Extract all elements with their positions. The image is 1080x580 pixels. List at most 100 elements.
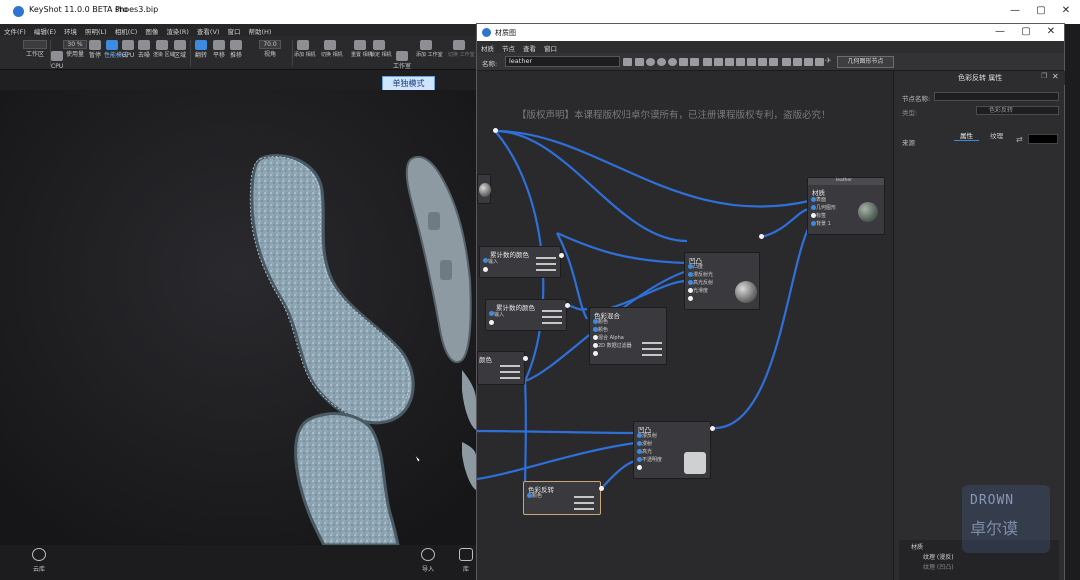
fov-control[interactable]: 70.0 视角 [258,38,282,68]
graph-minimize-button[interactable]: — [989,24,1011,40]
menu-file[interactable]: 文件(F) [0,24,30,36]
switch-camera-button[interactable]: 切换 相机 [321,38,343,68]
material-name-input[interactable]: leather [505,56,620,67]
region-button[interactable]: 区域 [172,38,188,68]
slider-3[interactable] [574,508,594,510]
cloud-library-button[interactable]: 云库 [24,548,54,573]
slider-1[interactable] [642,342,662,344]
node-color[interactable]: 颜色 [477,351,525,385]
cpu-button[interactable]: CPU [51,38,63,70]
distribute-icon[interactable] [769,58,778,66]
tumble-button[interactable]: 翻转 [193,38,209,68]
float-panel-icon[interactable]: ❐ [1041,72,1047,80]
copy-icon[interactable] [714,58,723,66]
slider-1[interactable] [536,257,556,259]
slider-3[interactable] [542,322,562,324]
frame-selected-icon[interactable] [793,58,802,66]
lock-camera-button[interactable]: 锁定 相机 [370,38,392,68]
tab-properties[interactable]: 属性 [954,130,979,141]
node-name-input[interactable] [934,92,1059,101]
output-port[interactable] [599,486,604,491]
node-bump-2[interactable]: 凹凸 漫反射 漫射 高光 不透明度 [633,421,711,479]
studio-button[interactable]: 工作室 [392,38,412,70]
output-port[interactable] [710,426,715,431]
dolly-button[interactable]: 推移 [228,38,244,68]
preview-icon[interactable] [668,58,677,66]
output-port[interactable] [565,303,570,308]
slider-3[interactable] [500,377,520,379]
source-color-swatch[interactable] [1028,134,1058,144]
tree-item-texture-bump[interactable]: 纹理 (凹凸) [923,562,954,571]
output-port[interactable] [559,253,564,258]
tree-item-material[interactable]: 材质 [911,542,923,551]
node-color-mix[interactable]: 色彩混合 颜色 颜色 混合 Alpha 2D 数据过滤器 [589,307,667,365]
slider-1[interactable] [574,496,594,498]
import-button[interactable]: 导入 [413,548,443,573]
reset-camera-button[interactable]: 重置 相机 [351,38,373,68]
gpu-button[interactable]: GPU [121,38,135,68]
menu-edit[interactable]: 编辑(E) [30,24,60,36]
texture-node-partial[interactable] [477,174,491,204]
cpu-usage-control[interactable]: 30 % 使用量 [63,38,87,68]
link-icon[interactable] [657,58,666,66]
input-port[interactable] [593,351,598,356]
node-color-invert[interactable]: 色彩反转 颜色 [523,481,601,515]
layout-icon[interactable] [703,58,712,66]
slider-2[interactable] [542,316,562,318]
input-port[interactable] [688,296,693,301]
pan-button[interactable]: 平移 [211,38,227,68]
workspace-button[interactable]: 工作区 [22,38,48,68]
add-studio-button[interactable]: 添加 工作室 [416,38,443,68]
input-port[interactable] [489,320,494,325]
tree-item-texture-diffuse[interactable]: 纹理 (漫反) [923,552,954,561]
minimize-button[interactable]: — [1004,2,1026,20]
fov-field[interactable]: 70.0 [259,40,281,49]
plane-icon[interactable]: ✈ [825,57,834,66]
ungroup-icon[interactable] [747,58,756,66]
graph-menu-node[interactable]: 节点 [498,41,519,53]
add-camera-button[interactable]: 添加 相机 [294,38,316,68]
tab-texture[interactable]: 纹理 [984,130,1009,140]
render-viewport[interactable] [0,90,476,545]
graph-menu-material[interactable]: 材质 [477,41,498,53]
screenshot-icon[interactable] [635,58,644,66]
menu-render[interactable]: 渲染(R) [162,24,193,36]
menu-image[interactable]: 图像 [141,24,162,36]
slider-2[interactable] [642,348,662,350]
slider-2[interactable] [574,502,594,504]
output-port[interactable] [759,234,764,239]
output-port[interactable] [493,128,498,133]
menu-help[interactable]: 帮助(H) [244,24,275,36]
node-accumulated-color-1[interactable]: 累计数的颜色 输入 [479,246,561,278]
graph-menu-window[interactable]: 窗口 [540,41,561,53]
adjust-icon[interactable]: ⇄ [1016,135,1023,144]
graph-menu-view[interactable]: 查看 [519,41,540,53]
input-port[interactable] [483,267,488,272]
graph-maximize-button[interactable]: ▢ [1015,24,1037,40]
align-icon[interactable] [758,58,767,66]
save-icon[interactable] [623,58,632,66]
refresh-icon[interactable] [646,58,655,66]
close-panel-icon[interactable]: ✕ [1052,72,1059,81]
output-port[interactable] [523,356,528,361]
node-accumulated-color-2[interactable]: 累计数的颜色 输入 [485,299,567,331]
group-icon[interactable] [736,58,745,66]
workspace-field[interactable] [23,40,47,49]
performance-mode-button[interactable]: 性能模式 [104,38,128,68]
menu-environment[interactable]: 环境 [60,24,81,36]
geometry-nodes-button[interactable]: 几何图形节点 [837,56,894,68]
menu-view[interactable]: 查看(V) [193,24,224,36]
single-mode-badge[interactable]: 单独模式 [382,76,435,91]
menu-lighting[interactable]: 照明(L) [81,24,111,36]
render-region-button[interactable]: 渲染 区域 [153,38,175,68]
menu-window[interactable]: 窗口 [223,24,244,36]
switch-studio-button[interactable]: 切换 工作室 [448,38,475,68]
close-button[interactable]: ✕ [1055,2,1077,20]
paste-icon[interactable] [725,58,734,66]
pause-button[interactable]: 暂停 [88,38,102,68]
undo-icon[interactable] [679,58,688,66]
grid-icon[interactable] [804,58,813,66]
maximize-button[interactable]: ▢ [1030,2,1052,20]
node-bump[interactable]: 凹凸 凸度 漫反射光 高光反射 光滑度 [684,252,760,310]
menu-camera[interactable]: 相机(C) [111,24,142,36]
